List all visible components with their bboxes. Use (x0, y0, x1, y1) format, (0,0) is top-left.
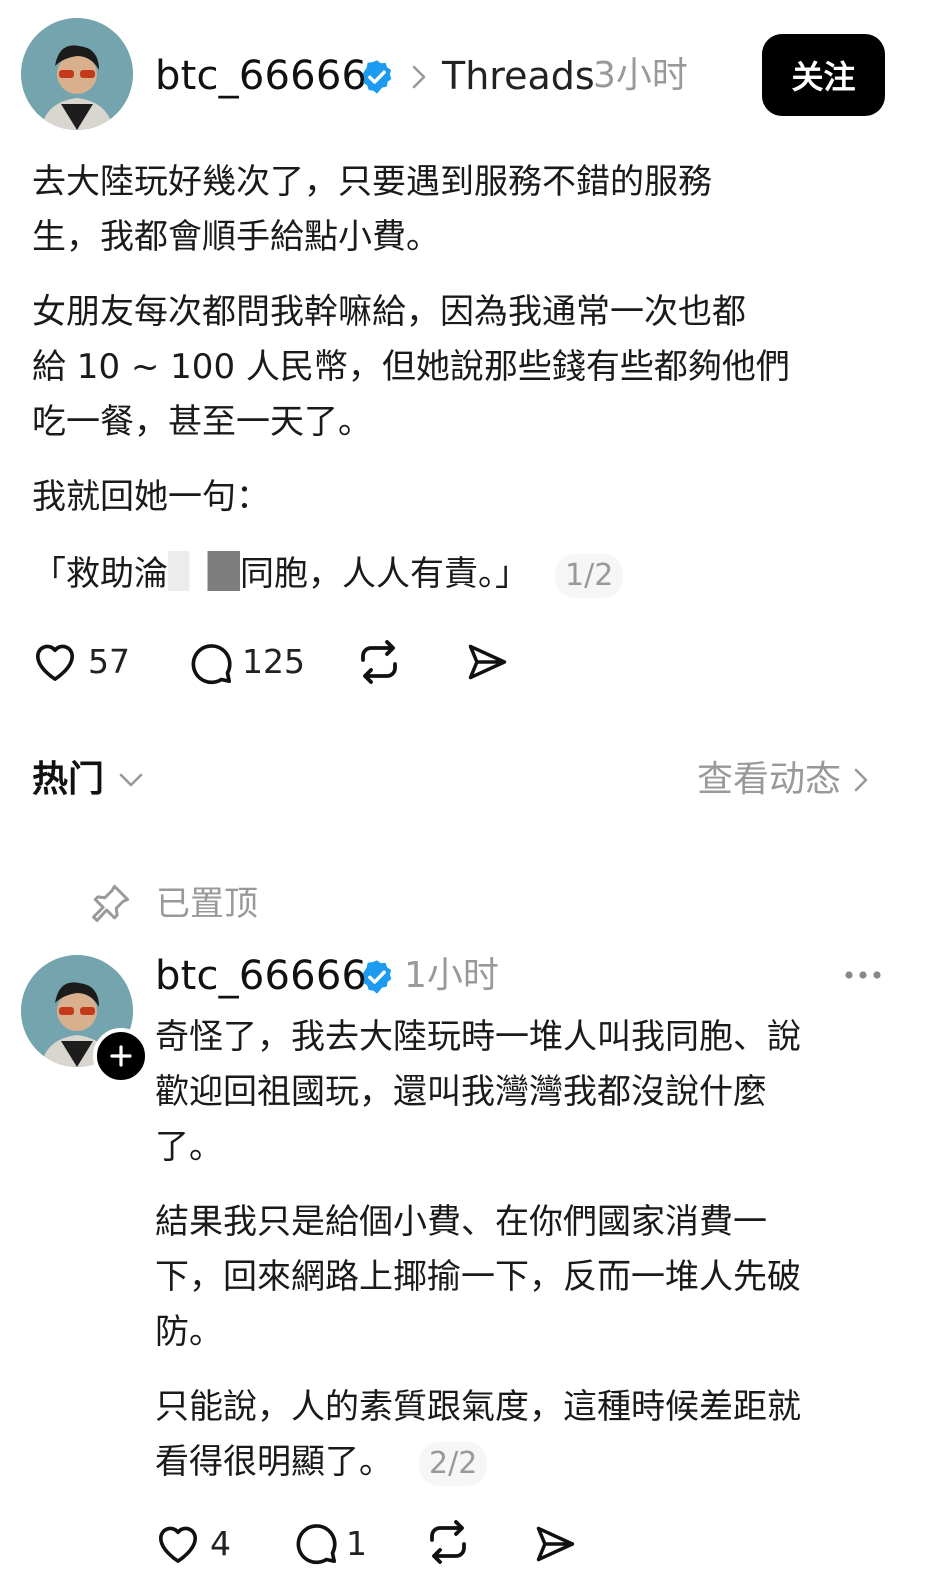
plus-icon (110, 1045, 132, 1067)
comment-count: 125 (242, 642, 305, 681)
share-icon[interactable] (464, 640, 510, 684)
reply-like-count: 4 (210, 1524, 231, 1563)
reply-time: 1小时 (404, 955, 499, 996)
reply-paragraph: 結果我只是給個小費、在你們國家消費一 下，回來網路上揶揄一下，反而一堆人先破 防… (155, 1202, 801, 1352)
add-follow-button[interactable] (93, 1028, 149, 1084)
post-paragraph: 女朋友每次都問我幹嘛給，因為我通常一次也都 給 10 ~ 100 人民幣，但她說… (32, 292, 790, 442)
heart-icon[interactable] (155, 1522, 201, 1564)
follow-label: 关注 (791, 58, 856, 96)
more-icon[interactable] (842, 962, 884, 988)
share-icon[interactable] (532, 1522, 578, 1566)
repost-icon[interactable] (424, 1518, 472, 1566)
heart-icon[interactable] (32, 640, 78, 682)
avatar[interactable] (21, 18, 133, 130)
chevron-down-icon (118, 771, 144, 789)
comment-icon[interactable] (188, 640, 234, 686)
chevron-right-icon (853, 767, 869, 793)
post-username[interactable]: btc_66666 (155, 48, 367, 104)
reply-comment-count: 1 (346, 1524, 367, 1563)
reply-paragraph: 只能說，人的素質跟氣度，這種時候差距就 看得很明顯了。 2/2 (155, 1380, 915, 1490)
quote-text: 同胞，人人有責。」 (240, 554, 529, 594)
follow-button[interactable]: 关注 (762, 34, 885, 116)
repost-icon[interactable] (355, 638, 403, 686)
chevron-right-icon (410, 64, 428, 90)
view-activity-link[interactable]: 查看动态 (697, 756, 869, 804)
post-paragraph: 我就回她一句： (32, 477, 270, 517)
reply-username[interactable]: btc_66666 (155, 948, 367, 1004)
post-paragraph: 去大陸玩好幾次了，只要遇到服務不錯的服務 生，我都會順手給點小費。 (32, 162, 712, 257)
verified-badge-icon (358, 958, 396, 996)
quote-text: 「救助淪 (32, 554, 168, 594)
post-body: 去大陸玩好幾次了，只要遇到服務不錯的服務 生，我都會順手給點小費。 女朋友每次都… (32, 155, 912, 602)
verified-badge-icon (358, 58, 396, 96)
pinned-label: 已置顶 (156, 884, 258, 924)
post-time: 3小时 (593, 55, 688, 96)
redacted-block (168, 551, 240, 591)
pin-icon (90, 882, 132, 924)
like-count: 57 (88, 642, 130, 681)
post-quote: 「救助淪 同胞，人人有責。」 1/2 (32, 547, 912, 602)
view-activity-label: 查看动态 (697, 759, 842, 800)
reply-body: 奇怪了，我去大陸玩時一堆人叫我同胞、說 歡迎回祖國玩，還叫我灣灣我都沒說什麼 了… (155, 1010, 915, 1490)
sort-label: 热门 (32, 759, 105, 800)
comment-icon[interactable] (293, 1520, 339, 1566)
sort-dropdown[interactable]: 热门 (32, 756, 144, 804)
post-source[interactable]: Threads (442, 48, 595, 104)
page-indicator: 2/2 (419, 1441, 488, 1486)
reply-paragraph: 奇怪了，我去大陸玩時一堆人叫我同胞、說 歡迎回祖國玩，還叫我灣灣我都沒說什麼 了… (155, 1017, 801, 1167)
page-indicator: 1/2 (555, 553, 624, 598)
